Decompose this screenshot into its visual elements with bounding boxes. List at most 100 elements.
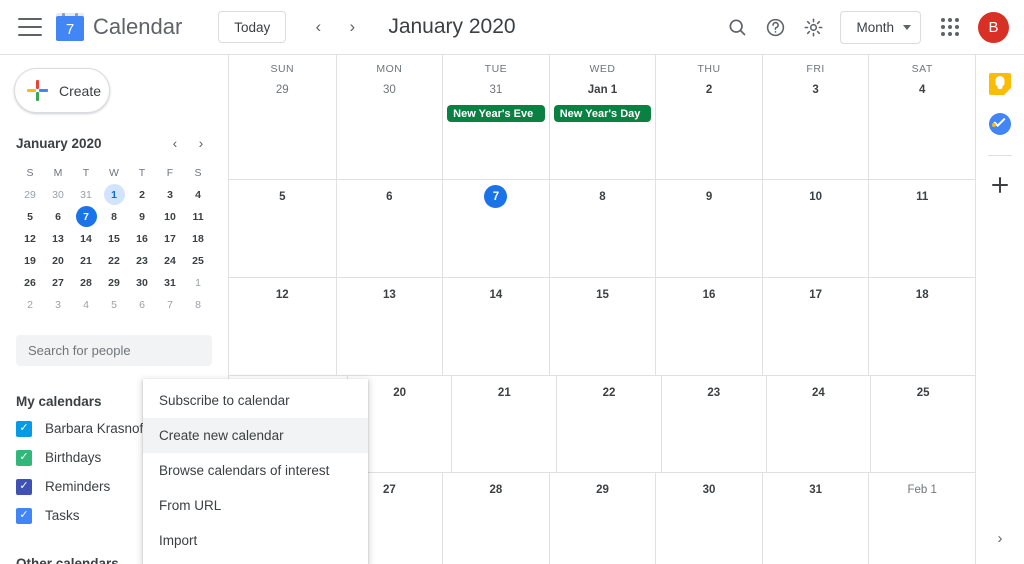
day-number[interactable]: 29: [271, 78, 294, 101]
day-number[interactable]: 31: [804, 478, 827, 501]
apps-grid-icon[interactable]: [931, 8, 969, 46]
mini-calendar-day[interactable]: 2: [132, 184, 153, 205]
mini-calendar-day[interactable]: 10: [160, 206, 181, 227]
today-button[interactable]: Today: [218, 11, 287, 43]
mini-calendar-day[interactable]: 20: [48, 250, 69, 271]
mini-calendar-day[interactable]: 5: [20, 206, 41, 227]
day-number[interactable]: 10: [804, 185, 827, 208]
mini-calendar-day[interactable]: 21: [76, 250, 97, 271]
mini-calendar-day[interactable]: 18: [188, 228, 209, 249]
day-cell[interactable]: 31: [761, 473, 869, 564]
day-number[interactable]: 23: [702, 381, 725, 404]
day-number[interactable]: 17: [804, 283, 827, 306]
avatar[interactable]: B: [978, 11, 1009, 43]
day-number[interactable]: 15: [591, 283, 614, 306]
mini-calendar-day[interactable]: 7: [160, 294, 181, 315]
mini-calendar-day[interactable]: 3: [48, 294, 69, 315]
mini-calendar-day[interactable]: 6: [48, 206, 69, 227]
mini-calendar-day[interactable]: 11: [188, 206, 209, 227]
day-cell[interactable]: 16: [655, 278, 762, 375]
day-number[interactable]: 12: [271, 283, 294, 306]
previous-period-icon[interactable]: ‹: [303, 12, 333, 42]
day-cell[interactable]: 24: [765, 376, 871, 472]
mini-calendar-day[interactable]: 5: [104, 294, 125, 315]
mini-calendar-day[interactable]: 4: [76, 294, 97, 315]
day-number[interactable]: 2: [698, 78, 721, 101]
mini-calendar-day[interactable]: 30: [132, 272, 153, 293]
day-number[interactable]: 30: [378, 78, 401, 101]
help-icon[interactable]: [756, 8, 794, 46]
day-cell[interactable]: 11: [868, 180, 975, 277]
mini-calendar-day[interactable]: 24: [160, 250, 181, 271]
next-period-icon[interactable]: ›: [337, 12, 367, 42]
mini-calendar-day[interactable]: 12: [20, 228, 41, 249]
mini-calendar-day[interactable]: 27: [48, 272, 69, 293]
mini-calendar-day[interactable]: 17: [160, 228, 181, 249]
day-number[interactable]: 21: [493, 381, 516, 404]
day-number[interactable]: 11: [911, 185, 934, 208]
day-number[interactable]: 8: [591, 185, 614, 208]
day-cell[interactable]: TUE 31 New Year's Eve: [442, 55, 549, 179]
day-number[interactable]: 16: [698, 283, 721, 306]
menu-item[interactable]: From URL: [143, 488, 368, 523]
day-cell[interactable]: 9: [655, 180, 762, 277]
day-cell[interactable]: SUN 29: [229, 55, 336, 179]
mini-calendar-day[interactable]: 9: [132, 206, 153, 227]
day-number[interactable]: 14: [484, 283, 507, 306]
calendar-checkbox[interactable]: ✓: [16, 449, 32, 466]
day-cell[interactable]: 6: [335, 180, 443, 277]
mini-calendar-day[interactable]: 4: [188, 184, 209, 205]
day-number[interactable]: Jan 1: [583, 78, 622, 101]
mini-calendar-day[interactable]: 22: [104, 250, 125, 271]
day-number[interactable]: 6: [378, 185, 401, 208]
mini-calendar-day[interactable]: 1: [188, 272, 209, 293]
mini-calendar-day[interactable]: 8: [188, 294, 209, 315]
day-cell[interactable]: 21: [451, 376, 556, 472]
calendar-checkbox[interactable]: ✓: [16, 478, 32, 495]
day-cell[interactable]: 5: [229, 180, 336, 277]
view-selector[interactable]: Month: [840, 10, 921, 44]
mini-calendar-day[interactable]: 16: [132, 228, 153, 249]
day-cell[interactable]: 14: [442, 278, 549, 375]
day-number[interactable]: 22: [598, 381, 621, 404]
day-cell[interactable]: 7: [442, 180, 549, 277]
day-cell[interactable]: 18: [868, 278, 975, 375]
day-cell[interactable]: THU 2: [655, 55, 762, 179]
gear-icon[interactable]: [794, 8, 832, 46]
menu-item[interactable]: Create new calendar: [143, 418, 368, 453]
calendar-logo[interactable]: 7 Calendar: [56, 13, 182, 41]
expand-side-panel-icon[interactable]: ›: [988, 526, 1012, 550]
day-cell[interactable]: 13: [335, 278, 443, 375]
day-cell[interactable]: 10: [761, 180, 869, 277]
day-cell[interactable]: 22: [556, 376, 661, 472]
mini-calendar-day[interactable]: 13: [48, 228, 69, 249]
day-cell[interactable]: WED Jan 1 New Year's Day: [548, 55, 656, 179]
event-chip[interactable]: New Year's Eve: [447, 105, 545, 122]
calendar-checkbox[interactable]: ✓: [16, 507, 32, 524]
day-number[interactable]: 9: [698, 185, 721, 208]
mini-calendar-day[interactable]: 28: [76, 272, 97, 293]
day-number[interactable]: 7: [484, 185, 508, 208]
add-addon-icon[interactable]: [989, 174, 1011, 196]
day-cell[interactable]: 15: [548, 278, 656, 375]
calendar-checkbox[interactable]: ✓: [16, 420, 32, 437]
event-chip[interactable]: New Year's Day: [553, 105, 652, 122]
day-cell[interactable]: 8: [548, 180, 656, 277]
mini-calendar-day[interactable]: 25: [188, 250, 209, 271]
day-cell[interactable]: 28: [442, 473, 549, 564]
day-cell[interactable]: 29: [548, 473, 656, 564]
mini-calendar-day[interactable]: 29: [104, 272, 125, 293]
mini-calendar-day[interactable]: 31: [160, 272, 181, 293]
day-number[interactable]: 18: [911, 283, 934, 306]
menu-item[interactable]: Subscribe to calendar: [143, 383, 368, 418]
create-button[interactable]: Create: [14, 68, 110, 113]
menu-item[interactable]: Browse calendars of interest: [143, 453, 368, 488]
day-number[interactable]: Feb 1: [902, 478, 941, 501]
mini-calendar-day[interactable]: 23: [132, 250, 153, 271]
day-number[interactable]: 25: [912, 381, 935, 404]
day-number[interactable]: 4: [911, 78, 934, 101]
day-number[interactable]: 27: [378, 478, 401, 501]
mini-calendar-day[interactable]: 29: [20, 184, 41, 205]
day-number[interactable]: 3: [804, 78, 827, 101]
mini-calendar-day[interactable]: 15: [104, 228, 125, 249]
